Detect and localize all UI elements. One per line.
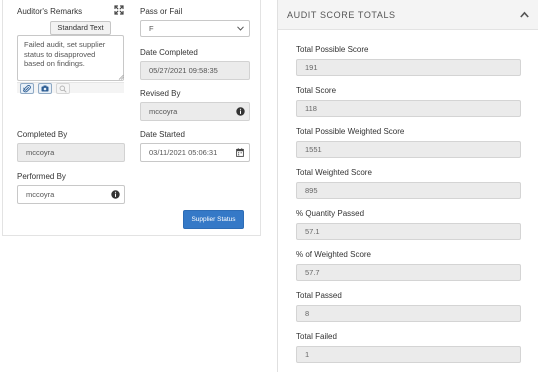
- audit-score-totals-header[interactable]: AUDIT SCORE TOTALS: [278, 0, 538, 30]
- total-score-field: 118: [296, 100, 521, 117]
- completed-by-field: mccoyra: [17, 143, 125, 162]
- completed-by-label: Completed By: [17, 130, 68, 139]
- pass-fail-select[interactable]: F: [140, 20, 250, 37]
- date-completed-field: 05/27/2021 09:58:35: [140, 61, 250, 80]
- date-started-value: 03/11/2021 05:06:31: [149, 148, 218, 157]
- total-weighted-score-label: Total Weighted Score: [296, 168, 372, 177]
- zoom-button[interactable]: [56, 83, 70, 94]
- attachment-icon: [23, 84, 31, 92]
- resize-grip-icon[interactable]: [118, 74, 124, 80]
- total-possible-weighted-score-label: Total Possible Weighted Score: [296, 127, 405, 136]
- auditors-remarks-label: Auditor's Remarks: [17, 7, 83, 16]
- weighted-score-percent-field: 57.7: [296, 264, 521, 281]
- revised-by-label: Revised By: [140, 89, 181, 98]
- date-started-label: Date Started: [140, 130, 185, 139]
- audit-score-totals-title: AUDIT SCORE TOTALS: [287, 10, 396, 20]
- info-icon[interactable]: [111, 190, 120, 199]
- revised-by-field: mccoyra: [140, 102, 250, 121]
- auditors-remarks-textarea[interactable]: Failed audit, set supplier status to dis…: [17, 35, 124, 81]
- quantity-passed-field: 57.1: [296, 223, 521, 240]
- remarks-toolbar: [17, 82, 124, 94]
- pass-fail-value: F: [149, 24, 154, 33]
- audit-remarks-panel: Auditor's Remarks Standard Text Failed a…: [2, 0, 261, 236]
- pass-fail-label: Pass or Fail: [140, 7, 183, 16]
- collapse-chevron-icon[interactable]: [520, 11, 529, 18]
- quantity-passed-label: % Quantity Passed: [296, 209, 365, 218]
- performed-by-value: mccoyra: [26, 190, 55, 199]
- date-started-field[interactable]: 03/11/2021 05:06:31: [140, 143, 250, 162]
- total-failed-field: 1: [296, 346, 521, 363]
- supplier-status-button[interactable]: Supplier Status: [183, 210, 244, 229]
- revised-by-value: mccoyra: [149, 107, 178, 116]
- info-icon[interactable]: [236, 107, 245, 116]
- calendar-icon[interactable]: [236, 148, 244, 157]
- total-possible-score-field: 191: [296, 59, 521, 76]
- expand-icon[interactable]: [114, 5, 124, 15]
- standard-text-button[interactable]: Standard Text: [50, 21, 111, 35]
- zoom-icon: [59, 85, 67, 93]
- total-passed-label: Total Passed: [296, 291, 342, 300]
- chevron-down-icon: [237, 26, 244, 31]
- total-failed-label: Total Failed: [296, 332, 337, 341]
- performed-by-field[interactable]: mccoyra: [17, 185, 125, 204]
- date-completed-label: Date Completed: [140, 48, 198, 57]
- total-possible-score-label: Total Possible Score: [296, 45, 369, 54]
- total-passed-field: 8: [296, 305, 521, 322]
- total-weighted-score-field: 895: [296, 182, 521, 199]
- performed-by-label: Performed By: [17, 172, 66, 181]
- total-possible-weighted-score-field: 1551: [296, 141, 521, 158]
- attachment-button[interactable]: [20, 83, 34, 94]
- camera-button[interactable]: [38, 83, 52, 94]
- total-score-label: Total Score: [296, 86, 337, 95]
- audit-score-totals-panel: AUDIT SCORE TOTALS Total Possible Score …: [277, 0, 538, 372]
- camera-icon: [41, 85, 49, 92]
- weighted-score-percent-label: % of Weighted Score: [296, 250, 372, 259]
